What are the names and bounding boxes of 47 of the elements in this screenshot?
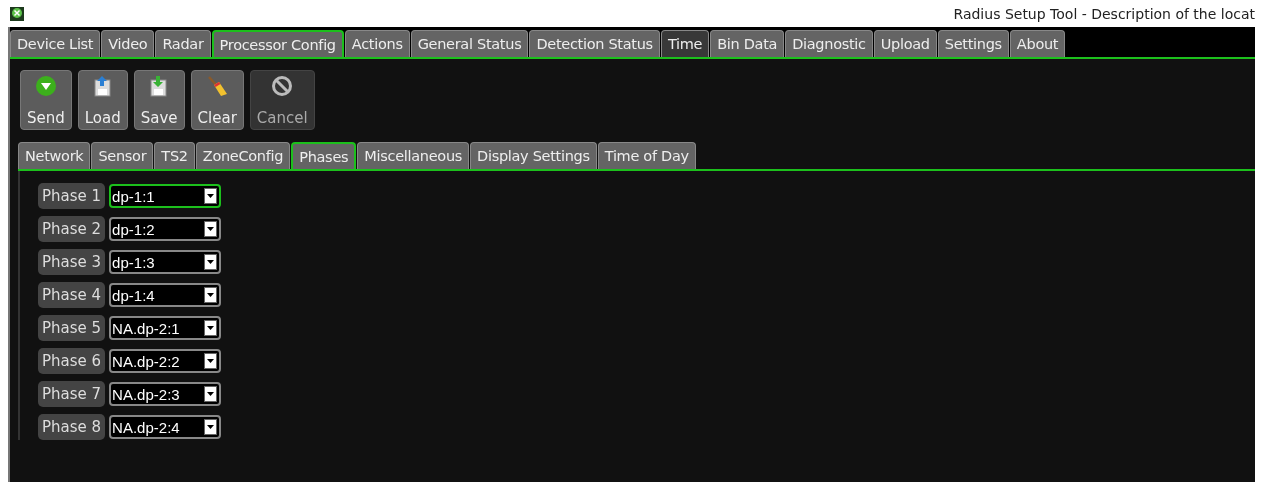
floppy-download-icon [149, 75, 170, 97]
tab[interactable]: Settings [937, 30, 1009, 57]
tab[interactable]: Network [18, 142, 91, 169]
dropdown[interactable]: NA.dp-2:1 [109, 316, 222, 340]
window-title: Radius Setup Tool - Description of the locat [953, 5, 1255, 22]
send-button[interactable]: Send [20, 70, 72, 130]
phase-label: Phase 1 [38, 183, 106, 209]
tab[interactable]: Actions [344, 30, 410, 57]
tab[interactable]: General Status [410, 30, 529, 57]
clear-button[interactable]: Clear [190, 70, 244, 130]
phase-label: Phase 8 [38, 414, 106, 440]
phase-label: Phase 7 [38, 381, 106, 407]
phase-label: Phase 6 [38, 348, 106, 374]
phase-label: Phase 3 [38, 249, 106, 275]
app-icon [10, 6, 24, 21]
broom-icon [206, 75, 229, 97]
dropdown[interactable]: dp-1:4 [109, 283, 222, 307]
phase-label: Phase 5 [38, 315, 106, 341]
save-button[interactable]: Save [133, 70, 185, 130]
prohibited-icon [271, 75, 294, 97]
tab[interactable]: ZoneConfig [195, 142, 291, 169]
tab[interactable]: Detection Status [529, 30, 660, 57]
load-button[interactable]: Load [77, 70, 128, 130]
dropdown[interactable]: dp-1:3 [109, 250, 222, 274]
tab[interactable]: Diagnostic [785, 30, 873, 57]
tab[interactable]: TS2 [154, 142, 195, 169]
tab[interactable]: Sensor [91, 142, 154, 169]
dropdown[interactable]: dp-1:1 [109, 184, 222, 208]
tab[interactable]: Device List [10, 30, 101, 57]
phase-label: Phase 4 [38, 282, 106, 308]
tab[interactable]: Time [660, 30, 710, 57]
dropdown[interactable]: dp-1:2 [109, 217, 222, 241]
tab[interactable]: Upload [873, 30, 937, 57]
floppy-upload-icon [92, 75, 113, 97]
tab[interactable]: Display Settings [470, 142, 597, 169]
dropdown[interactable]: NA.dp-2:3 [109, 382, 222, 406]
tab[interactable]: About [1009, 30, 1066, 57]
tab[interactable]: Time of Day [597, 142, 696, 169]
dropdown[interactable]: NA.dp-2:4 [109, 415, 222, 439]
tab[interactable]: Miscellaneous [357, 142, 470, 169]
phase-label: Phase 2 [38, 216, 106, 242]
tab[interactable]: Radar [155, 30, 211, 57]
dropdown[interactable]: NA.dp-2:2 [109, 349, 222, 373]
tab[interactable]: Bin Data [710, 30, 785, 57]
tab[interactable]: Processor Config [211, 30, 344, 57]
tab[interactable]: Phases [291, 142, 357, 169]
tab[interactable]: Video [101, 30, 155, 57]
